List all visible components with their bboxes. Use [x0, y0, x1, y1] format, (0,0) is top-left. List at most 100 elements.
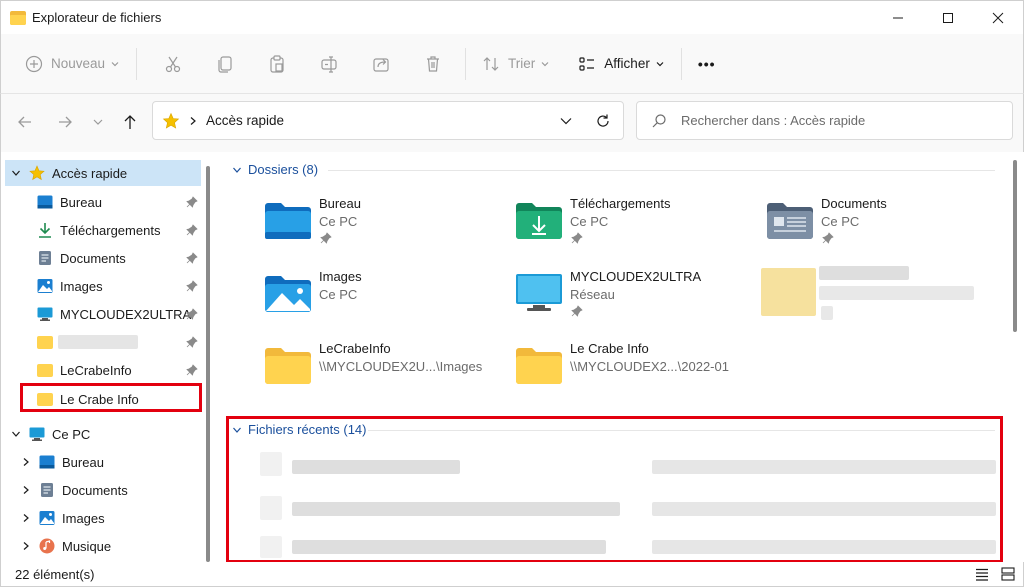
new-label: Nouveau: [51, 56, 106, 71]
up-button[interactable]: [121, 113, 139, 134]
maximize-button[interactable]: [923, 1, 973, 35]
paste-button[interactable]: [259, 46, 295, 82]
minimize-button[interactable]: [873, 1, 923, 35]
folder-name: Le Crabe Info: [570, 341, 649, 356]
address-bar[interactable]: Accès rapide: [152, 101, 624, 140]
pin-icon: [571, 305, 583, 317]
network-drive-icon: [37, 307, 53, 321]
sidebar-label: Documents: [60, 250, 126, 266]
chevron-right-icon[interactable]: [21, 485, 31, 495]
chevron-down-icon: [93, 119, 103, 125]
folder-tile-lecrabeinfo[interactable]: LeCrabeInfo \\MYCLOUDEX2U...\Images: [264, 341, 504, 405]
chevron-right-icon[interactable]: [21, 513, 31, 523]
folder-tile-bureau[interactable]: Bureau Ce PC: [264, 196, 504, 260]
refresh-icon[interactable]: [595, 113, 611, 129]
cut-button[interactable]: [155, 46, 191, 82]
redacted-location: [819, 286, 974, 300]
folder-tile-le-crabe-info[interactable]: Le Crabe Info \\MYCLOUDEX2...\2022-01: [515, 341, 755, 405]
pin-icon: [186, 196, 198, 208]
folders-group-title: Dossiers (8): [248, 162, 319, 177]
folder-name: Documents: [821, 196, 887, 211]
pin-icon: [822, 232, 834, 244]
sidebar-item-bureau[interactable]: Bureau: [37, 189, 201, 215]
sidebar-item-blurred-folder[interactable]: [37, 329, 201, 355]
chevron-right-icon: [190, 116, 196, 125]
close-button[interactable]: [973, 1, 1023, 35]
view-button[interactable]: Afficher: [578, 46, 665, 82]
desktop-folder-icon: [265, 203, 311, 239]
folder-tile-documents[interactable]: Documents Ce PC: [766, 196, 1006, 260]
copy-button[interactable]: [207, 46, 243, 82]
tiles-view-icon: [1001, 567, 1015, 581]
redacted-pin: [821, 306, 833, 320]
arrow-right-icon: [59, 116, 72, 128]
minimize-icon: [893, 17, 903, 19]
chevron-down-icon[interactable]: [11, 429, 21, 439]
sidebar-item-pc-documents[interactable]: Documents: [19, 477, 201, 503]
toolbar-divider: [680, 47, 682, 80]
folder-location: \\MYCLOUDEX2U...\Images: [319, 359, 483, 374]
maximize-icon: [943, 13, 953, 23]
chevron-down-icon[interactable]: [559, 114, 573, 128]
folder-name: Images: [319, 269, 362, 284]
sidebar-scrollbar[interactable]: [206, 166, 210, 562]
view-layout-icon: [579, 56, 595, 71]
more-options-button[interactable]: •••: [698, 46, 716, 82]
folder-tile-telechargements[interactable]: Téléchargements Ce PC: [515, 196, 755, 260]
folder-icon: [265, 348, 311, 384]
sidebar-item-telechargements[interactable]: Téléchargements: [37, 217, 201, 243]
folder-tile-blurred[interactable]: [761, 264, 1001, 328]
folder-tile-images[interactable]: Images Ce PC: [264, 269, 504, 333]
sidebar-item-pc-bureau[interactable]: Bureau: [19, 449, 201, 475]
redacted-folder-icon: [761, 268, 816, 316]
sidebar-item-lecrabeinfo[interactable]: LeCrabeInfo: [37, 357, 201, 383]
sidebar-item-pc-images[interactable]: Images: [19, 505, 201, 531]
sidebar-item-quick-access[interactable]: Accès rapide: [5, 160, 201, 186]
forward-button[interactable]: [56, 113, 74, 134]
computer-icon: [29, 427, 45, 441]
sidebar-label: LeCrabeInfo: [60, 362, 132, 378]
window-title: Explorateur de fichiers: [32, 10, 162, 25]
rename-button[interactable]: [311, 46, 347, 82]
folders-group-header[interactable]: Dossiers (8): [232, 162, 318, 177]
pin-icon: [571, 232, 583, 244]
tiles-view-button[interactable]: [1001, 567, 1015, 584]
sidebar-item-documents[interactable]: Documents: [37, 245, 201, 271]
chevron-right-icon[interactable]: [21, 457, 31, 467]
star-icon: [29, 165, 45, 181]
network-computer-icon: [516, 274, 562, 311]
chevron-right-icon[interactable]: [21, 541, 31, 551]
redacted-label: [58, 335, 138, 349]
title-bar: Explorateur de fichiers: [0, 0, 1024, 34]
folder-location: Ce PC: [319, 214, 358, 229]
pin-icon: [320, 232, 332, 244]
navigation-pane: Accès rapide Bureau Téléchargements Docu…: [0, 152, 216, 562]
folder-location: \\MYCLOUDEX2...\2022-01: [570, 359, 729, 374]
recent-locations-button[interactable]: [92, 116, 104, 131]
scissors-icon: [165, 56, 181, 72]
sidebar-label: Musique: [62, 538, 112, 554]
sidebar-item-images[interactable]: Images: [37, 273, 201, 299]
sidebar-item-pc-musique[interactable]: Musique: [19, 533, 201, 559]
search-box[interactable]: Rechercher dans : Accès rapide: [636, 101, 1013, 140]
content-scrollbar[interactable]: [1013, 160, 1017, 332]
sidebar-item-ce-pc[interactable]: Ce PC: [5, 421, 201, 447]
delete-button[interactable]: [415, 46, 451, 82]
sidebar-label: Documents: [62, 482, 128, 498]
pin-icon: [186, 364, 198, 376]
share-button[interactable]: [363, 46, 399, 82]
new-button[interactable]: Nouveau: [25, 46, 120, 82]
breadcrumb-quick-access[interactable]: Accès rapide: [206, 113, 284, 128]
folder-icon: [516, 348, 562, 384]
star-icon: [162, 112, 180, 129]
details-view-button[interactable]: [975, 567, 989, 584]
folder-name: Téléchargements: [570, 196, 671, 211]
folder-tile-mycloudex2ultra[interactable]: MYCLOUDEX2ULTRA Réseau: [515, 269, 755, 333]
chevron-down-icon[interactable]: [11, 168, 21, 178]
sort-icon: [483, 56, 499, 71]
sort-button[interactable]: Trier: [482, 46, 550, 82]
pin-icon: [186, 308, 198, 320]
sidebar-item-mycloudex2ultra[interactable]: MYCLOUDEX2ULTRA: [37, 301, 201, 327]
folder-location: Ce PC: [319, 287, 358, 302]
back-button[interactable]: [16, 113, 34, 134]
